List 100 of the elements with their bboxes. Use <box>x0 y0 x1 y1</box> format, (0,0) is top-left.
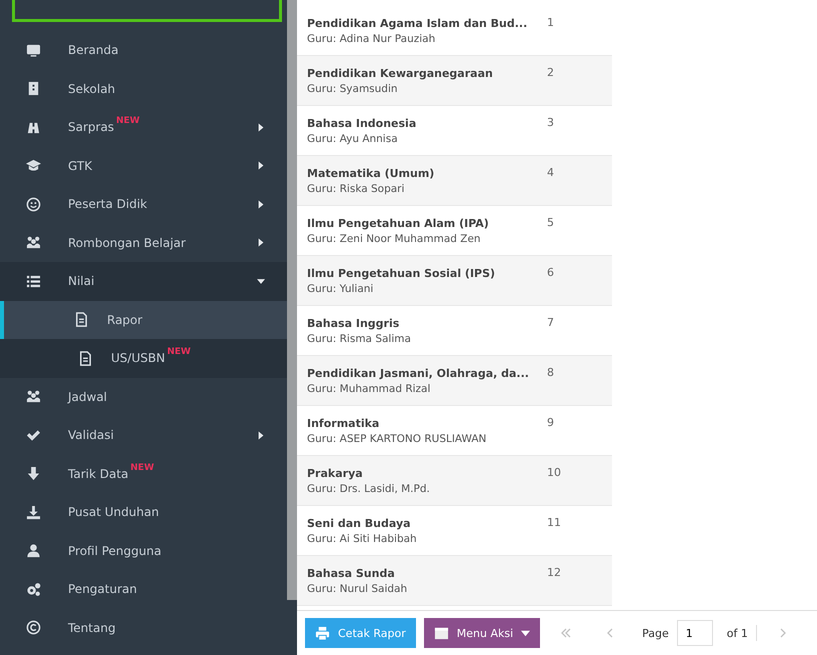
subject-number: 6 <box>547 266 554 279</box>
new-label: NEW <box>167 347 191 357</box>
sidebar-item[interactable]: Jadwal <box>0 378 287 416</box>
menu-label: Tentang <box>68 620 116 635</box>
user-icon <box>26 543 41 558</box>
action-menu-button[interactable]: Menu Aksi <box>424 618 540 648</box>
group-icon <box>26 389 41 404</box>
new-label: NEW <box>116 116 140 126</box>
smile-icon <box>26 196 41 212</box>
menu-label: Rombongan Belajar <box>68 236 186 250</box>
menu-label: Beranda <box>68 43 118 58</box>
caret-down-icon <box>521 628 530 638</box>
teacher-name: Guru: ASEP KARTONO RUSLIAWAN <box>307 432 488 444</box>
document-icon <box>74 312 89 328</box>
table-icon <box>434 626 449 640</box>
subject-name: Informatika <box>307 416 380 430</box>
teacher-name: Guru: Nurul Saidah <box>307 582 408 594</box>
sidebar-item[interactable]: Tarik Data $^{NEW}$ <box>0 454 287 493</box>
subject-number: 11 <box>547 516 561 529</box>
subject-number: 8 <box>547 366 554 379</box>
subject-name: Bahasa Indonesia <box>307 116 418 130</box>
sidebar-item[interactable]: Pengaturan <box>0 570 287 608</box>
teacher-name: Guru: Muhammad Rizal <box>307 382 432 394</box>
subject-name: Prakarya <box>307 466 364 480</box>
new-label: NEW <box>130 462 154 472</box>
subject-name: Ilmu Pengetahuan Sosial (IPS) <box>307 266 496 280</box>
search-box[interactable] <box>12 0 282 22</box>
page-label: Page <box>642 626 669 640</box>
submenu-item[interactable]: Rapor <box>0 300 287 339</box>
teacher-name: Guru: Syamsudin <box>307 82 399 94</box>
menu-label: Sekolah <box>68 82 116 96</box>
document-icon <box>78 350 93 366</box>
subject-name: Matematika (Umum) <box>307 166 436 180</box>
teacher-name: Guru: Ayu Annisa <box>307 132 399 144</box>
sidebar-item[interactable]: GTK <box>0 146 287 185</box>
menu-label: Pengaturan <box>68 582 137 596</box>
printer-icon <box>315 626 330 640</box>
cap-icon <box>26 158 41 174</box>
subject-number: 7 <box>547 316 554 329</box>
page-input[interactable]: 1 <box>676 620 713 646</box>
subject-row[interactable]: Pendidikan Kewarganegaraan Guru: Syamsudin 2 <box>297 56 612 106</box>
sidebar-item[interactable]: Beranda <box>0 31 287 70</box>
menu-label: Nilai <box>68 274 94 288</box>
download-icon <box>26 504 41 520</box>
subject-row[interactable]: Prakarya Guru: Drs. Lasidi, M.Pd. 10 <box>297 456 612 506</box>
subject-number: 10 <box>547 466 561 479</box>
double-chevron-left-icon <box>560 627 572 639</box>
subject-name: Pendidikan Jasmani, Olahraga, da... <box>307 366 530 380</box>
teacher-name: Guru: Ai Siti Habibah <box>307 532 418 544</box>
teacher-name: Guru: Risma Salima <box>307 332 412 344</box>
menu-label: Validasi <box>68 428 114 442</box>
sidebar-item[interactable]: Nilai <box>0 262 287 300</box>
menu-label: Sarpras <box>68 120 114 134</box>
subject-number: 1 <box>547 16 554 29</box>
check-icon <box>26 428 41 443</box>
down-icon <box>26 466 41 482</box>
sidebar-item[interactable]: Validasi <box>0 416 287 454</box>
menu-label: Jadwal <box>68 390 108 404</box>
teacher-name: Guru: Zeni Noor Muhammad Zen <box>307 232 482 244</box>
subject-name: Bahasa Sunda <box>307 566 396 580</box>
page-total: of 1 <box>726 626 748 640</box>
teacher-name: Guru: Adina Nur Pauziah <box>307 32 436 44</box>
subject-name: Ilmu Pengetahuan Alam (IPA) <box>307 216 490 230</box>
subject-row[interactable]: Matematika (Umum) Guru: Riska Sopari 4 <box>297 156 612 206</box>
subject-number: 12 <box>547 566 561 579</box>
sidebar-item[interactable]: Pusat Unduhan <box>0 493 287 532</box>
subject-name: Seni dan Budaya <box>307 516 412 530</box>
sidebar-item[interactable]: Profil Pengguna <box>0 532 287 570</box>
teacher-name: Guru: Yuliani <box>307 282 374 294</box>
menu-label: GTK <box>68 158 92 173</box>
subject-name: Pendidikan Agama Islam dan Bud... <box>307 16 528 30</box>
sidebar-item[interactable]: Peserta Didik <box>0 185 287 224</box>
subject-name: Bahasa Inggris <box>307 316 400 330</box>
subject-number: 9 <box>547 416 554 429</box>
list-icon <box>26 274 41 289</box>
sidebar-item[interactable]: Tentang <box>0 608 287 647</box>
sidebar-item[interactable]: Sekolah <box>0 70 287 108</box>
copyright-icon <box>26 620 41 636</box>
sidebar-item[interactable]: Rombongan Belajar <box>0 224 287 262</box>
subject-number: 3 <box>547 116 554 129</box>
subject-row[interactable]: Pendidikan Jasmani, Olahraga, da... Guru: Muhammad Rizal 8 <box>297 356 612 406</box>
subject-number: 5 <box>547 216 554 229</box>
subject-number: 2 <box>547 66 554 79</box>
menu-label: Peserta Didik <box>68 197 148 212</box>
submenu-item[interactable]: US/USBN $^{NEW}$ <box>0 339 287 378</box>
menu-label: Rapor <box>107 312 142 327</box>
teacher-name: Guru: Riska Sopari <box>307 182 406 194</box>
group-icon <box>26 235 41 250</box>
subject-name: Pendidikan Kewarganegaraan <box>307 66 494 80</box>
menu-label: Tarik Data <box>68 466 128 481</box>
building-icon <box>26 81 41 96</box>
subject-row[interactable]: Bahasa Sunda Guru: Nurul Saidah 12 <box>297 556 612 606</box>
menu-label: Profil Pengguna <box>68 544 162 558</box>
monitor-icon <box>26 42 41 58</box>
subject-row[interactable]: Ilmu Pengetahuan Sosial (IPS) Guru: Yuliani 6 <box>297 256 612 306</box>
sidebar-item[interactable]: Sarpras $^{NEW}$ <box>0 108 287 146</box>
scrollbar[interactable] <box>287 0 297 600</box>
gears-icon <box>26 582 41 597</box>
menu-label: US/USBN <box>111 351 166 366</box>
subject-number: 4 <box>547 166 554 179</box>
